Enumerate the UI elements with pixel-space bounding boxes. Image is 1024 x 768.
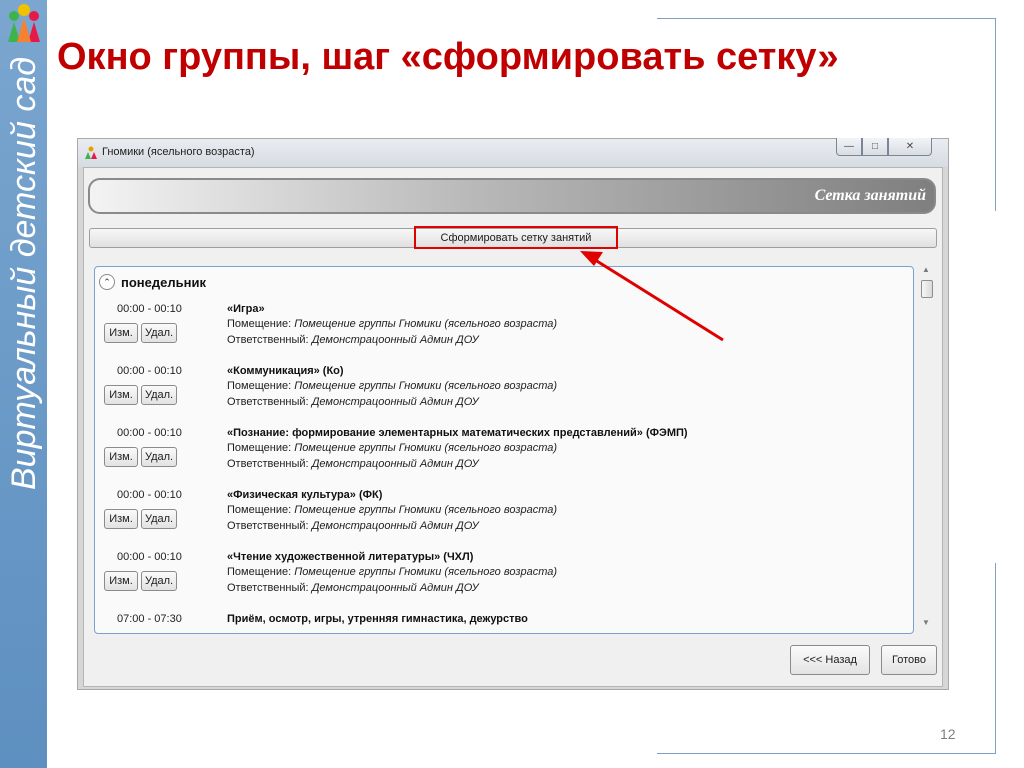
lesson-name: «Чтение художественной литературы» (ЧХЛ): [227, 551, 474, 563]
lesson-room: Помещение: Помещение группы Гномики (ясе…: [227, 504, 558, 516]
page-number: 12: [940, 726, 956, 742]
back-button[interactable]: <<< Назад: [790, 645, 870, 675]
lesson-name: «Игра»: [227, 303, 265, 315]
delete-button[interactable]: Удал.: [141, 323, 177, 343]
window-controls: — □ ✕: [836, 138, 932, 158]
list-item: 00:00 - 00:10 Изм. Удал. «Физическая кул…: [95, 489, 913, 551]
list-item: 00:00 - 00:10 Изм. Удал. «Игра» Помещени…: [95, 303, 913, 365]
scroll-down-icon[interactable]: ▼: [922, 618, 930, 627]
section-header: Сетка занятий: [88, 178, 936, 214]
lesson-time: 00:00 - 00:10: [117, 365, 182, 377]
group-window: Гномики (ясельного возраста) — □ ✕ Сетка…: [77, 138, 949, 690]
window-title: Гномики (ясельного возраста): [102, 146, 255, 158]
lesson-time: 00:00 - 00:10: [117, 303, 182, 315]
edit-button[interactable]: Изм.: [104, 385, 138, 405]
delete-button[interactable]: Удал.: [141, 509, 177, 529]
edit-button[interactable]: Изм.: [104, 509, 138, 529]
chevron-up-icon[interactable]: ⌃: [99, 274, 115, 290]
lesson-time: 07:00 - 07:30: [117, 613, 182, 625]
lesson-time: 00:00 - 00:10: [117, 427, 182, 439]
lesson-responsible: Ответственный: Демонстрацоонный Админ ДО…: [227, 582, 479, 594]
frame-line-right-upper: [995, 18, 996, 211]
lesson-responsible: Ответственный: Демонстрацоонный Админ ДО…: [227, 396, 479, 408]
lesson-responsible: Ответственный: Демонстрацоонный Админ ДО…: [227, 520, 479, 532]
lesson-room: Помещение: Помещение группы Гномики (ясе…: [227, 380, 558, 392]
delete-button[interactable]: Удал.: [141, 447, 177, 467]
lesson-time: 00:00 - 00:10: [117, 551, 182, 563]
children-app-icon: [85, 146, 97, 159]
lesson-room: Помещение: Помещение группы Гномики (ясе…: [227, 566, 558, 578]
form-grid-button[interactable]: Сформировать сетку занятий: [414, 226, 618, 249]
lesson-name: «Коммуникация» (Ко): [227, 365, 344, 377]
scrollbar-thumb[interactable]: [921, 280, 933, 298]
lesson-responsible: Ответственный: Демонстрацоонный Админ ДО…: [227, 334, 479, 346]
lesson-name: «Познание: формирование элементарных мат…: [227, 427, 688, 439]
form-grid-bar: Сформировать сетку занятий: [89, 226, 937, 249]
edit-button[interactable]: Изм.: [104, 571, 138, 591]
edit-button[interactable]: Изм.: [104, 323, 138, 343]
frame-line-top: [657, 18, 996, 19]
minimize-button[interactable]: —: [836, 138, 862, 156]
day-group-header[interactable]: ⌃ понедельник: [99, 273, 206, 291]
maximize-button[interactable]: □: [862, 138, 888, 156]
close-button[interactable]: ✕: [888, 138, 932, 156]
lesson-name: Приём, осмотр, игры, утренняя гимнастика…: [227, 613, 528, 625]
delete-button[interactable]: Удал.: [141, 571, 177, 591]
scroll-up-icon[interactable]: ▲: [922, 265, 930, 274]
list-item: 07:00 - 07:30 Приём, осмотр, игры, утрен…: [95, 613, 913, 633]
delete-button[interactable]: Удал.: [141, 385, 177, 405]
lesson-list[interactable]: ⌃ понедельник 00:00 - 00:10 Изм. Удал. «…: [94, 266, 914, 634]
lesson-room: Помещение: Помещение группы Гномики (ясе…: [227, 318, 558, 330]
frame-line-right-lower: [995, 563, 996, 753]
lesson-responsible: Ответственный: Демонстрацоонный Админ ДО…: [227, 458, 479, 470]
window-body: Сетка занятий Сформировать сетку занятий…: [83, 167, 943, 687]
list-item: 00:00 - 00:10 Изм. Удал. «Чтение художес…: [95, 551, 913, 613]
done-button[interactable]: Готово: [881, 645, 937, 675]
list-item: 00:00 - 00:10 Изм. Удал. «Коммуникация» …: [95, 365, 913, 427]
lesson-name: «Физическая культура» (ФК): [227, 489, 383, 501]
lesson-time: 00:00 - 00:10: [117, 489, 182, 501]
slide-title: Окно группы, шаг «сформировать сетку»: [57, 36, 839, 78]
list-item: 00:00 - 00:10 Изм. Удал. «Познание: форм…: [95, 427, 913, 489]
frame-line-bottom: [657, 753, 996, 754]
section-header-title: Сетка занятий: [814, 187, 926, 204]
lesson-room: Помещение: Помещение группы Гномики (ясе…: [227, 442, 558, 454]
edit-button[interactable]: Изм.: [104, 447, 138, 467]
window-titlebar[interactable]: Гномики (ясельного возраста) — □ ✕: [78, 138, 948, 167]
day-label: понедельник: [121, 274, 206, 290]
list-scrollbar[interactable]: ▲ ▼: [918, 263, 936, 635]
kindergarten-logo-icon: [8, 4, 40, 42]
